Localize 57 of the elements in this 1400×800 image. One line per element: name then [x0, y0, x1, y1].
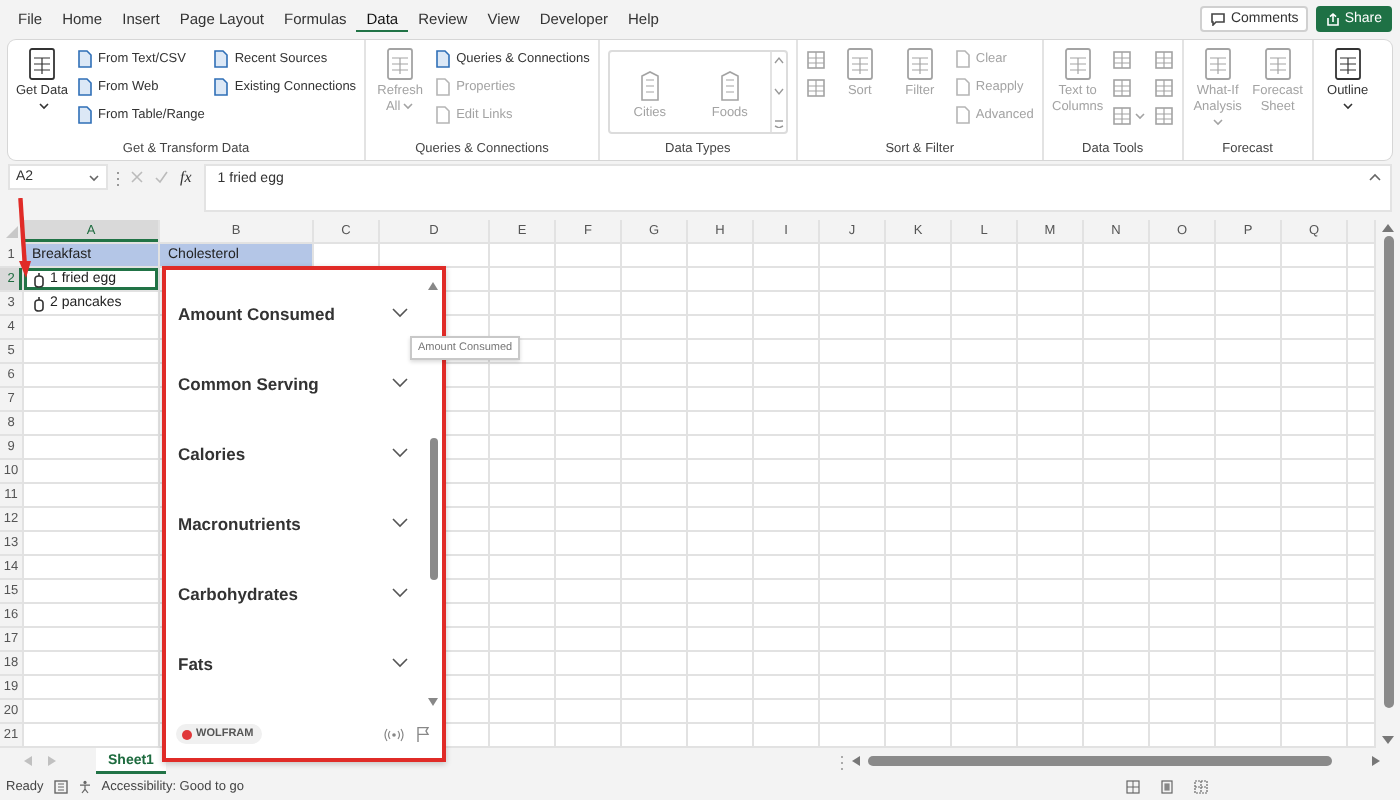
sheet-icon [1059, 46, 1096, 82]
caret-icon [88, 173, 100, 181]
sheet-icon [901, 46, 938, 82]
sheet-icon [24, 46, 60, 82]
select-all-icon[interactable] [6, 226, 18, 238]
scroll-down-icon[interactable] [428, 698, 438, 706]
grid-icon [1153, 49, 1174, 69]
macro-icon[interactable] [53, 780, 68, 794]
enter-icon[interactable] [154, 170, 168, 184]
grid-icon [1111, 77, 1132, 97]
annotation-arrow [18, 198, 32, 278]
section-header[interactable]: Macronutrients [166, 488, 424, 558]
scroll-left-icon[interactable] [852, 756, 860, 766]
normal-view-icon[interactable] [1126, 780, 1140, 794]
scrollbar-thumb[interactable] [429, 438, 437, 580]
insert-function-button[interactable]: fx [176, 164, 196, 190]
expand-icon[interactable] [1368, 172, 1382, 182]
grid-icon [1153, 77, 1174, 97]
grid-icon [1111, 49, 1132, 69]
scroll-down-icon[interactable] [1382, 736, 1394, 744]
scrollbar-thumb[interactable] [868, 756, 1332, 766]
scroll-up-icon[interactable] [428, 282, 438, 290]
grid-icon [805, 77, 826, 97]
flag-icon[interactable] [416, 726, 430, 742]
section-header[interactable]: Carbohydrates [166, 558, 424, 628]
grid-icon [1111, 105, 1132, 125]
comment-icon [1210, 11, 1227, 25]
sheet-icon [1259, 46, 1296, 82]
scrollbar-thumb[interactable] [1383, 236, 1393, 708]
section-header[interactable]: Fats [166, 628, 424, 698]
sheet-icon [841, 46, 878, 82]
cancel-icon[interactable] [130, 170, 144, 184]
grid-icon [805, 49, 826, 69]
scroll-up-icon[interactable] [1382, 224, 1394, 232]
sheet-icon [382, 46, 419, 82]
building-icon [635, 70, 664, 102]
caret-icon [1212, 117, 1225, 126]
broadcast-icon[interactable] [384, 727, 404, 741]
caret-icon [1133, 111, 1146, 119]
page-break-icon[interactable] [1194, 780, 1208, 794]
next-sheet-icon[interactable] [48, 756, 56, 766]
building-icon [715, 70, 744, 102]
food-icon [32, 295, 46, 311]
caret-icon [1342, 102, 1355, 111]
accessibility-icon[interactable] [77, 780, 92, 794]
previous-sheet-icon[interactable] [24, 756, 32, 766]
sheet-icon [1329, 46, 1366, 82]
food-icon [32, 271, 46, 287]
grid-icon [1153, 105, 1174, 125]
section-header[interactable]: Calories [166, 418, 424, 488]
caret-icon [37, 102, 49, 111]
scroll-right-icon[interactable] [1372, 756, 1380, 766]
share-icon [1326, 11, 1341, 25]
sheet-icon [1199, 46, 1236, 82]
page-layout-icon[interactable] [1160, 780, 1174, 794]
caret-icon [402, 102, 415, 111]
section-header[interactable]: Common Serving [166, 348, 424, 418]
